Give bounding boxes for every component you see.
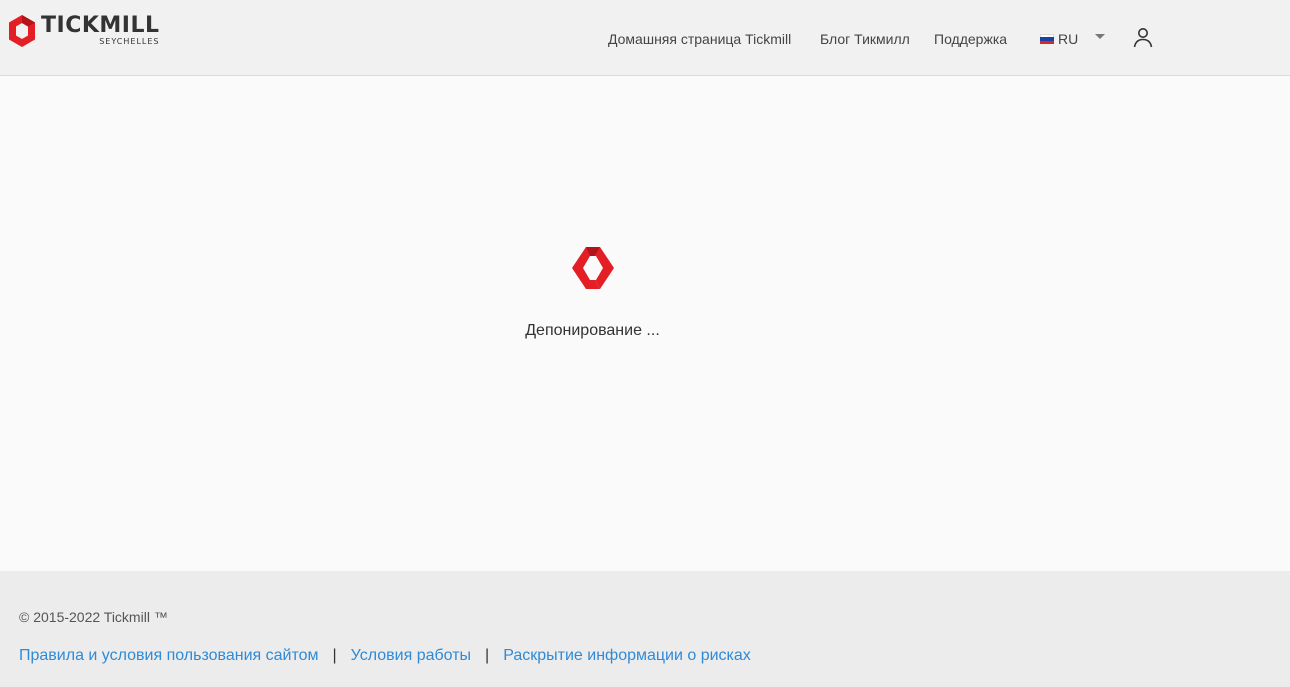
footer-links: Правила и условия пользования сайтом | У… xyxy=(19,647,751,665)
footer: © 2015-2022 Tickmill ™ Правила и условия… xyxy=(0,571,1290,687)
footer-link-terms-of-use[interactable]: Правила и условия пользования сайтом xyxy=(19,647,319,665)
chevron-down-icon xyxy=(1095,33,1106,39)
footer-separator: | xyxy=(332,647,337,664)
tickmill-logo-icon xyxy=(9,15,35,47)
copyright-text: © 2015-2022 Tickmill ™ xyxy=(19,609,168,625)
footer-link-terms-of-business[interactable]: Условия работы xyxy=(351,647,471,665)
footer-link-risk-disclosure[interactable]: Раскрытие информации о рисках xyxy=(503,647,751,665)
language-code: RU xyxy=(1058,31,1079,47)
footer-separator: | xyxy=(485,647,490,664)
loading-status-text: Депонирование ... xyxy=(525,322,660,339)
nav-support-link[interactable]: Поддержка xyxy=(934,30,1007,48)
tickmill-loader-icon xyxy=(572,247,614,289)
nav-home-link[interactable]: Домашняя страница Tickmill xyxy=(608,30,791,48)
russia-flag-icon xyxy=(1040,34,1054,44)
user-icon[interactable] xyxy=(1131,25,1155,49)
nav-blog-link[interactable]: Блог Тикмилл xyxy=(820,30,910,48)
header: TICKMILL SEYCHELLES Домашняя страница Ti… xyxy=(0,0,1290,76)
tickmill-logo[interactable]: TICKMILL SEYCHELLES xyxy=(7,14,160,48)
brand-region: SEYCHELLES xyxy=(99,37,160,46)
brand-name: TICKMILL xyxy=(41,13,160,38)
logo-text: TICKMILL SEYCHELLES xyxy=(41,14,160,47)
language-selector[interactable]: RU xyxy=(1040,30,1106,48)
